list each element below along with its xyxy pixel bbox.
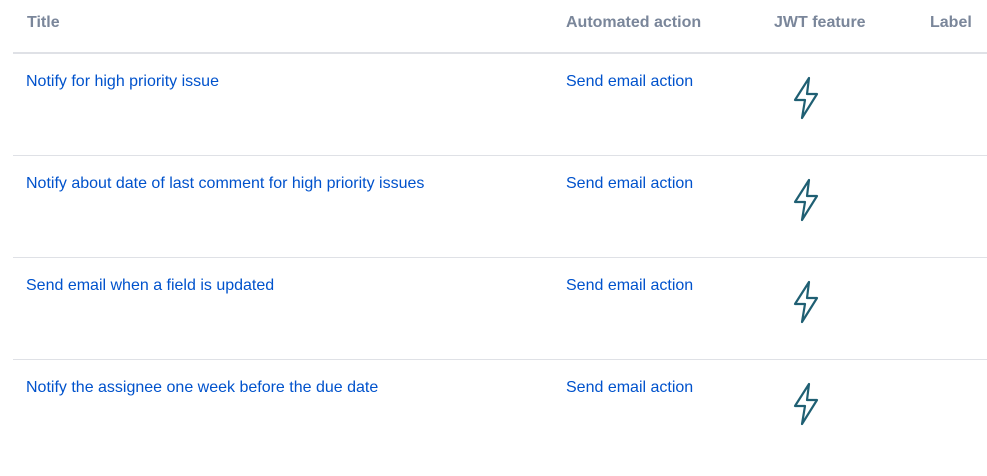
automation-table: Title Automated action JWT feature Label…: [0, 0, 987, 476]
table-row: Notify the assignee one week before the …: [13, 360, 987, 462]
table-row: Notify about date of last comment for hi…: [13, 156, 987, 258]
row-title-link[interactable]: Notify about date of last comment for hi…: [26, 175, 424, 193]
row-action-link[interactable]: Send email action: [566, 175, 693, 193]
table-row: Send email when a field is updated Send …: [13, 258, 987, 360]
column-header-title[interactable]: Title: [27, 14, 60, 32]
column-header-label[interactable]: Label: [930, 14, 972, 32]
lightning-bolt-icon: [790, 178, 824, 222]
table-header-row: Title Automated action JWT feature Label: [13, 0, 987, 54]
table-row: Notify for high priority issue Send emai…: [13, 54, 987, 156]
column-header-automated-action[interactable]: Automated action: [566, 14, 701, 32]
lightning-bolt-icon: [790, 76, 824, 120]
row-title-link[interactable]: Notify for high priority issue: [26, 73, 219, 91]
row-action-link[interactable]: Send email action: [566, 277, 693, 295]
row-title-link[interactable]: Notify the assignee one week before the …: [26, 379, 378, 397]
column-header-jwt-feature[interactable]: JWT feature: [774, 14, 866, 32]
row-action-link[interactable]: Send email action: [566, 379, 693, 397]
lightning-bolt-icon: [790, 280, 824, 324]
lightning-bolt-icon: [790, 382, 824, 426]
row-action-link[interactable]: Send email action: [566, 73, 693, 91]
row-title-link[interactable]: Send email when a field is updated: [26, 277, 274, 295]
